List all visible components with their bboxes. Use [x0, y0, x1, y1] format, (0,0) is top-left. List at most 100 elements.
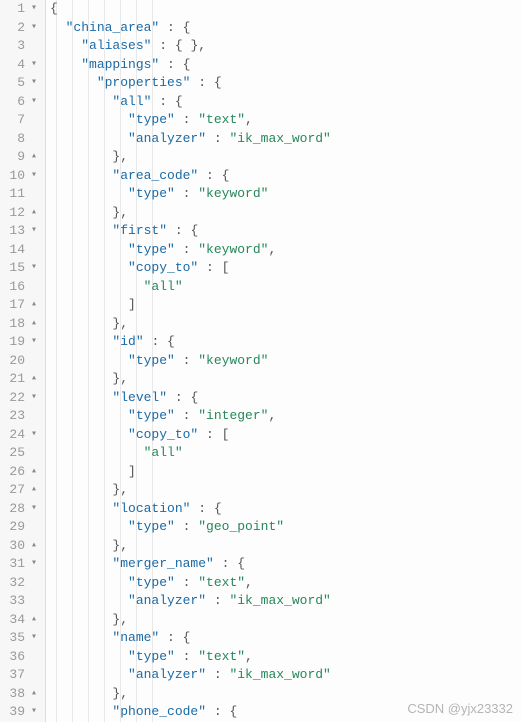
- code-line[interactable]: "copy_to" : [: [50, 259, 521, 278]
- code-line[interactable]: },: [50, 204, 521, 223]
- fold-open-icon[interactable]: ▾: [27, 167, 41, 186]
- code-line[interactable]: "type" : "integer",: [50, 407, 521, 426]
- gutter-line: 2▾: [0, 19, 45, 38]
- token-key: "area_code": [112, 168, 198, 183]
- code-line[interactable]: "all": [50, 278, 521, 297]
- code-line[interactable]: },: [50, 537, 521, 556]
- code-line[interactable]: "type" : "text",: [50, 648, 521, 667]
- token-brace: {: [214, 501, 222, 516]
- token-punc: ,: [120, 538, 128, 553]
- token-punc: :: [175, 649, 198, 664]
- token-punc: :: [167, 390, 190, 405]
- code-line[interactable]: ]: [50, 296, 521, 315]
- fold-close-icon[interactable]: ▴: [27, 204, 41, 223]
- gutter-line: 13▾: [0, 222, 45, 241]
- code-line[interactable]: "merger_name" : {: [50, 555, 521, 574]
- code-line[interactable]: "type" : "text",: [50, 574, 521, 593]
- fold-close-icon[interactable]: ▴: [27, 481, 41, 500]
- code-line[interactable]: "type" : "keyword": [50, 352, 521, 371]
- token-punc: ,: [268, 242, 276, 257]
- line-number: 15: [5, 259, 25, 278]
- token-punc: ,: [198, 38, 206, 53]
- fold-close-icon[interactable]: ▴: [27, 296, 41, 315]
- line-number: 28: [5, 500, 25, 519]
- code-line[interactable]: "analyzer" : "ik_max_word": [50, 666, 521, 685]
- fold-open-icon[interactable]: ▾: [27, 259, 41, 278]
- fold-close-icon[interactable]: ▴: [27, 315, 41, 334]
- code-line[interactable]: "mappings" : {: [50, 56, 521, 75]
- code-line[interactable]: "all": [50, 444, 521, 463]
- code-area[interactable]: { "china_area" : { "aliases" : { }, "map…: [46, 0, 521, 722]
- token-punc: :: [175, 353, 198, 368]
- code-line[interactable]: "location" : {: [50, 500, 521, 519]
- gutter-line: 31▾: [0, 555, 45, 574]
- fold-open-icon[interactable]: ▾: [27, 19, 41, 38]
- fold-open-icon[interactable]: ▾: [27, 93, 41, 112]
- token-brace: ]: [128, 297, 136, 312]
- token-key: "merger_name": [112, 556, 213, 571]
- code-line[interactable]: },: [50, 370, 521, 389]
- code-line[interactable]: "type" : "text",: [50, 111, 521, 130]
- code-line[interactable]: "china_area" : {: [50, 19, 521, 38]
- token-key: "type": [128, 242, 175, 257]
- fold-open-icon[interactable]: ▾: [27, 500, 41, 519]
- fold-open-icon[interactable]: ▾: [27, 555, 41, 574]
- code-line[interactable]: "area_code" : {: [50, 167, 521, 186]
- fold-close-icon[interactable]: ▴: [27, 463, 41, 482]
- token-punc: :: [175, 408, 198, 423]
- token-str: "keyword": [198, 186, 268, 201]
- code-line[interactable]: "name" : {: [50, 629, 521, 648]
- fold-open-icon[interactable]: ▾: [27, 74, 41, 93]
- code-line[interactable]: "all" : {: [50, 93, 521, 112]
- line-number: 7: [5, 111, 25, 130]
- fold-open-icon[interactable]: ▾: [27, 389, 41, 408]
- fold-open-icon[interactable]: ▾: [27, 629, 41, 648]
- code-line[interactable]: },: [50, 481, 521, 500]
- code-line[interactable]: },: [50, 611, 521, 630]
- token-punc: :: [190, 501, 213, 516]
- code-line[interactable]: "id" : {: [50, 333, 521, 352]
- fold-close-icon[interactable]: ▴: [27, 148, 41, 167]
- code-line[interactable]: "copy_to" : [: [50, 426, 521, 445]
- token-brace: {: [190, 223, 198, 238]
- code-line[interactable]: "analyzer" : "ik_max_word": [50, 592, 521, 611]
- fold-open-icon[interactable]: ▾: [27, 333, 41, 352]
- code-line[interactable]: "aliases" : { },: [50, 37, 521, 56]
- fold-close-icon[interactable]: ▴: [27, 685, 41, 704]
- code-line[interactable]: },: [50, 315, 521, 334]
- token-str: "text": [198, 649, 245, 664]
- code-line[interactable]: "first" : {: [50, 222, 521, 241]
- code-line[interactable]: {: [50, 0, 521, 19]
- token-punc: ,: [120, 686, 128, 701]
- code-line[interactable]: "properties" : {: [50, 74, 521, 93]
- line-number: 27: [5, 481, 25, 500]
- token-punc: ,: [268, 408, 276, 423]
- code-line[interactable]: "type" : "geo_point": [50, 518, 521, 537]
- token-key: "china_area": [66, 20, 160, 35]
- token-str: "all": [144, 279, 183, 294]
- token-punc: :: [144, 334, 167, 349]
- token-key: "properties": [97, 75, 191, 90]
- token-str: "geo_point": [198, 519, 284, 534]
- gutter-line: 38▴: [0, 685, 45, 704]
- code-line[interactable]: "analyzer" : "ik_max_word": [50, 130, 521, 149]
- fold-close-icon[interactable]: ▴: [27, 611, 41, 630]
- line-number: 11: [5, 185, 25, 204]
- line-number: 39: [5, 703, 25, 722]
- token-brace: {: [237, 556, 245, 571]
- code-line[interactable]: "type" : "keyword": [50, 185, 521, 204]
- fold-open-icon[interactable]: ▾: [27, 56, 41, 75]
- fold-open-icon[interactable]: ▾: [27, 0, 41, 19]
- fold-open-icon[interactable]: ▾: [27, 703, 41, 722]
- code-line[interactable]: ]: [50, 463, 521, 482]
- fold-open-icon[interactable]: ▾: [27, 426, 41, 445]
- fold-close-icon[interactable]: ▴: [27, 537, 41, 556]
- fold-open-icon[interactable]: ▾: [27, 222, 41, 241]
- token-punc: :: [198, 260, 221, 275]
- code-line[interactable]: "level" : {: [50, 389, 521, 408]
- token-brace: [: [222, 260, 230, 275]
- fold-close-icon[interactable]: ▴: [27, 370, 41, 389]
- token-key: "all": [112, 94, 151, 109]
- code-line[interactable]: },: [50, 148, 521, 167]
- code-line[interactable]: "type" : "keyword",: [50, 241, 521, 260]
